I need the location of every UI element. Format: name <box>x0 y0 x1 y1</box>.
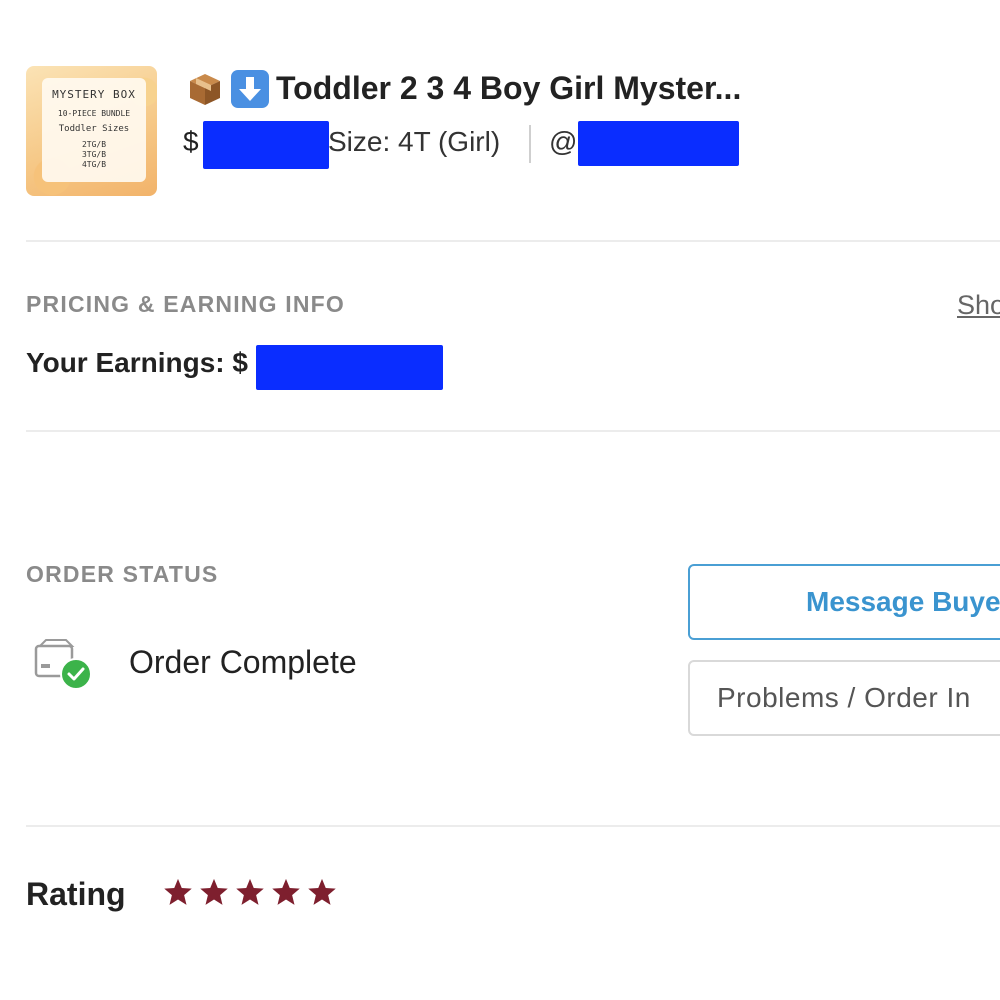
problems-order-label: Problems / Order In <box>717 682 971 713</box>
thumbnail-line3: Toddler Sizes <box>58 124 130 134</box>
buyer-at-symbol: @ <box>549 126 578 157</box>
divider <box>26 240 1000 242</box>
message-buyer-button[interactable]: Message Buye <box>688 564 1000 640</box>
divider <box>26 430 1000 432</box>
thumbnail-line1: MYSTERY BOX <box>52 88 136 101</box>
order-status-section-title: ORDER STATUS <box>26 561 219 587</box>
package-icon <box>186 70 224 108</box>
thumbnail-line2: 10-PIECE BUNDLE <box>57 109 131 118</box>
buyer-username-redaction <box>578 121 739 166</box>
message-buyer-label: Message Buye <box>806 586 1000 617</box>
price-redaction <box>203 121 329 169</box>
divider <box>26 825 1000 827</box>
rating-stars <box>163 877 337 907</box>
pricing-section-title: PRICING & EARNING INFO <box>26 291 346 317</box>
rating-label: Rating <box>26 876 126 912</box>
star-icon <box>272 878 300 905</box>
down-arrow-icon <box>231 70 269 108</box>
thumbnail-size: 4TG/B <box>81 160 107 169</box>
star-icon <box>200 878 228 905</box>
thumbnail-card: MYSTERY BOX 10-PIECE BUNDLE Toddler Size… <box>42 78 146 182</box>
product-thumbnail[interactable]: MYSTERY BOX 10-PIECE BUNDLE Toddler Size… <box>26 66 157 196</box>
star-icon <box>164 878 192 905</box>
star-icon <box>236 878 264 905</box>
earnings-label: Your Earnings: $ <box>26 347 248 378</box>
show-link[interactable]: Sho <box>957 290 1000 321</box>
order-status-text: Order Complete <box>129 644 357 680</box>
thumbnail-size: 3TG/B <box>81 150 107 159</box>
product-title[interactable]: Toddler 2 3 4 Boy Girl Myster... <box>276 70 741 107</box>
product-size: Size: 4T (Girl) <box>328 126 501 157</box>
price-currency: $ <box>183 126 199 157</box>
thumbnail-sizes: 2TG/B 3TG/B 4TG/B <box>42 140 146 170</box>
meta-divider <box>529 125 531 163</box>
thumbnail-size: 2TG/B <box>81 140 107 149</box>
star-icon <box>308 878 336 905</box>
order-complete-icon <box>32 636 94 692</box>
problems-order-button[interactable]: Problems / Order In <box>688 660 1000 736</box>
earnings-redaction <box>256 345 443 390</box>
